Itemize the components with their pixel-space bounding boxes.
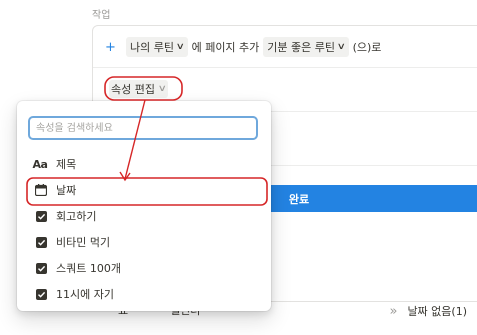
text-aa-icon: Aa bbox=[32, 157, 48, 171]
double-chevron-right-icon: » bbox=[389, 303, 398, 319]
action-suffix-text: (으)로 bbox=[352, 41, 382, 54]
property-item-label: 스쿼트 100개 bbox=[56, 262, 121, 275]
property-item-squat[interactable]: 스쿼트 100개 bbox=[17, 256, 271, 280]
property-item-date[interactable]: 날짜 bbox=[17, 178, 271, 202]
chevron-down-icon: ∨ bbox=[175, 42, 185, 52]
property-item-vitamin[interactable]: 비타민 먹기 bbox=[17, 230, 271, 254]
property-item-sleep[interactable]: 11시에 자기 bbox=[17, 282, 271, 306]
target-page-label: 나의 루틴 bbox=[130, 41, 174, 54]
property-item-label: 회고하기 bbox=[56, 210, 97, 223]
property-search-input[interactable] bbox=[28, 116, 258, 140]
no-date-label: 날짜 없음(1) bbox=[407, 305, 467, 318]
checkbox-icon bbox=[35, 288, 47, 300]
property-dropdown: Aa 제목 날짜 회고하기 비타민 먹기 스쿼트 100개 bbox=[17, 101, 271, 311]
target-page-dropdown[interactable]: 나의 루틴 ∨ bbox=[126, 37, 188, 57]
checkbox-icon bbox=[35, 262, 47, 274]
property-item-label: 11시에 자기 bbox=[56, 288, 114, 301]
property-item-title[interactable]: Aa 제목 bbox=[17, 152, 271, 176]
action-row: + 나의 루틴 ∨ 에 페이지 추가 기분 좋은 루틴 ∨ (으)로 bbox=[105, 37, 385, 57]
template-dropdown[interactable]: 기분 좋은 루틴 ∨ bbox=[263, 37, 349, 57]
divider bbox=[93, 67, 477, 68]
checkbox-icon bbox=[35, 210, 47, 222]
action-connector-text: 에 페이지 추가 bbox=[191, 41, 260, 54]
section-label: 작업 bbox=[92, 10, 111, 21]
property-edit-label: 속성 편집 bbox=[111, 83, 155, 96]
property-item-label: 비타민 먹기 bbox=[56, 236, 111, 249]
no-date-group[interactable]: » 날짜 없음(1) bbox=[389, 303, 467, 319]
plus-icon[interactable]: + bbox=[105, 40, 121, 55]
property-item-retrospect[interactable]: 회고하기 bbox=[17, 204, 271, 228]
template-label: 기분 좋은 루틴 bbox=[267, 41, 336, 54]
checkbox-icon bbox=[35, 236, 47, 248]
chevron-down-icon: ∨ bbox=[336, 42, 346, 52]
property-item-label: 제목 bbox=[56, 158, 77, 171]
property-edit-button[interactable]: 속성 편집 ∨ bbox=[109, 80, 168, 98]
chevron-down-icon: ∨ bbox=[157, 84, 167, 94]
property-item-label: 날짜 bbox=[56, 184, 77, 197]
calendar-icon bbox=[35, 184, 47, 196]
